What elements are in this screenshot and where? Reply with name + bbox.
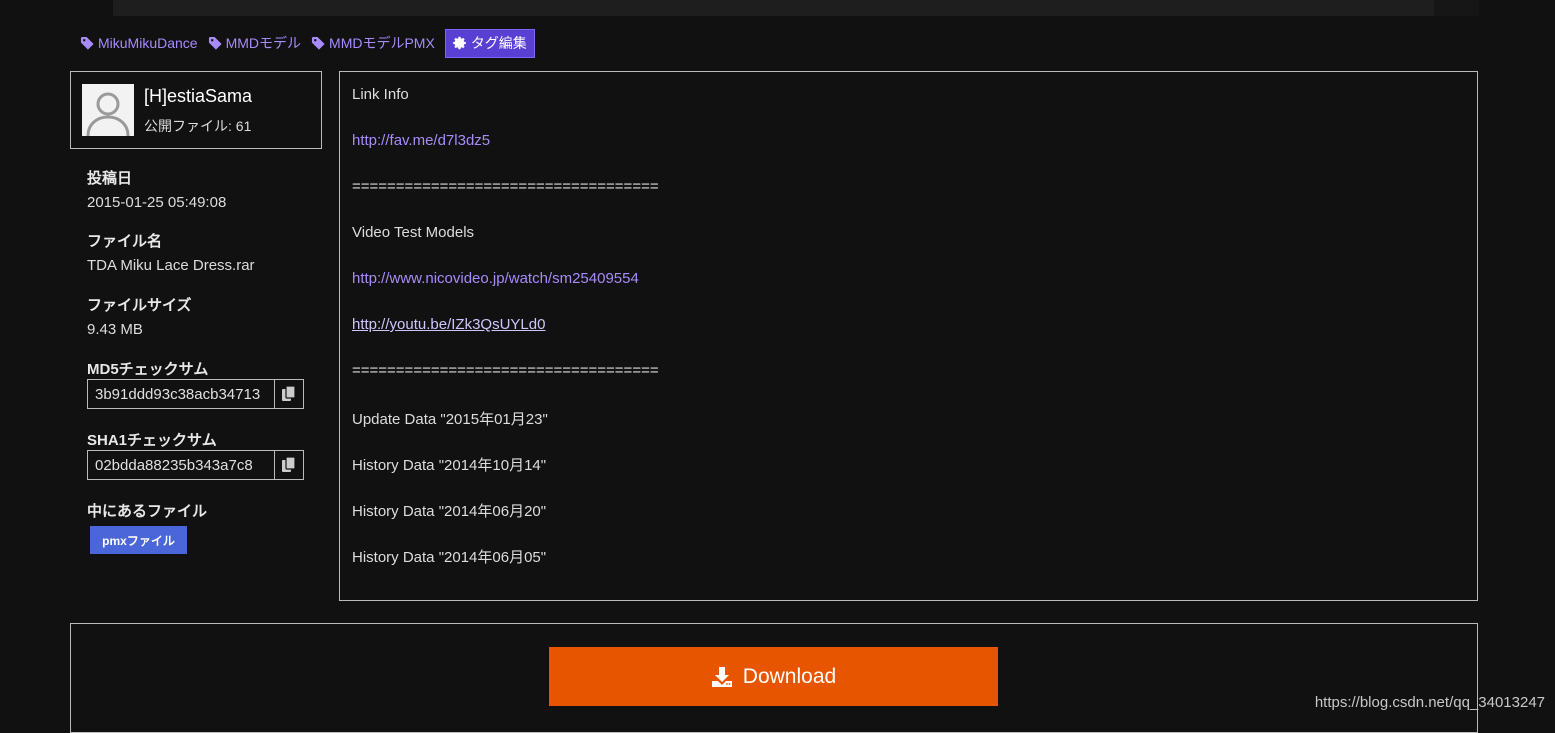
desc-link[interactable]: http://youtu.be/IZk3QsUYLd0 xyxy=(352,316,545,333)
media-viewer-edge xyxy=(1434,0,1479,16)
tag-icon xyxy=(80,36,94,50)
copy-icon xyxy=(282,457,296,472)
desc-link[interactable]: http://fav.me/d7l3dz5 xyxy=(352,132,490,149)
md5-section: MD5チェックサム xyxy=(87,358,208,379)
sha1-section: SHA1チェックサム xyxy=(87,429,217,450)
sha1-copy-button[interactable] xyxy=(274,451,303,479)
tag-mmd-model[interactable]: MMDモデル xyxy=(208,33,301,53)
copy-icon xyxy=(282,386,296,401)
tag-mmd-model-pmx[interactable]: MMDモデルPMX xyxy=(311,33,435,53)
filesize-value: 9.43 MB xyxy=(87,321,143,338)
filename-label: ファイル名 xyxy=(87,233,163,250)
tag-mikumikudance[interactable]: MikuMikuDance xyxy=(80,35,198,51)
avatar[interactable] xyxy=(82,84,134,136)
desc-link[interactable]: http://www.nicovideo.jp/watch/sm25409554 xyxy=(352,270,639,287)
filesize-label: ファイルサイズ xyxy=(87,297,192,314)
filename-section: ファイル名 TDA Miku Lace Dress.rar xyxy=(87,230,255,274)
desc-line: Link Info xyxy=(352,86,409,103)
md5-label: MD5チェックサム xyxy=(87,361,209,378)
tag-list: MikuMikuDance MMDモデル MMDモデルPMX タグ編集 xyxy=(80,28,535,58)
desc-line: Update Data "2015年01月23" xyxy=(352,411,548,428)
desc-separator: =================================== xyxy=(352,362,659,379)
contents-section: 中にあるファイル xyxy=(87,500,207,521)
desc-line: History Data "2014年06月20" xyxy=(352,503,547,520)
tag-icon xyxy=(311,36,325,50)
download-label: Download xyxy=(742,664,837,688)
posted-date-value: 2015-01-25 05:49:08 xyxy=(87,194,227,211)
download-button[interactable]: Download xyxy=(549,647,998,706)
tag-label: MMDモデル xyxy=(225,35,302,51)
pmx-file-button[interactable]: pmxファイル xyxy=(90,526,187,554)
uploader-card[interactable]: [H]estiaSama 公開ファイル: 61 xyxy=(70,71,322,149)
tag-label: MikuMikuDance xyxy=(98,35,198,51)
tag-edit-label: タグ編集 xyxy=(470,35,527,51)
tag-icon xyxy=(208,36,222,50)
desc-line: Video Test Models xyxy=(352,224,475,241)
posted-date-section: 投稿日 2015-01-25 05:49:08 xyxy=(87,167,226,211)
tag-edit-button[interactable]: タグ編集 xyxy=(444,28,535,58)
desc-separator: =================================== xyxy=(352,178,659,195)
tag-label: MMDモデルPMX xyxy=(329,35,435,51)
download-icon xyxy=(711,666,732,687)
sha1-field xyxy=(87,450,304,480)
desc-line: History Data "2014年10月14" xyxy=(352,457,547,474)
desc-line: History Data "2014年06月05" xyxy=(352,549,547,566)
watermark: https://blog.csdn.net/qq_34013247 xyxy=(1314,694,1545,711)
gear-icon xyxy=(452,36,466,50)
md5-field xyxy=(87,379,304,409)
sha1-label: SHA1チェックサム xyxy=(87,432,217,449)
media-viewer-bottom xyxy=(113,0,1434,16)
filesize-section: ファイルサイズ 9.43 MB xyxy=(87,294,192,338)
uploader-file-count: 公開ファイル: 61 xyxy=(144,118,252,134)
sha1-input[interactable] xyxy=(88,451,274,479)
filename-value: TDA Miku Lace Dress.rar xyxy=(87,257,255,274)
uploader-name[interactable]: [H]estiaSama xyxy=(144,86,252,107)
md5-copy-button[interactable] xyxy=(274,380,303,408)
posted-date-label: 投稿日 xyxy=(87,170,133,187)
md5-input[interactable] xyxy=(88,380,274,408)
default-avatar-icon xyxy=(82,84,134,136)
contents-label: 中にあるファイル xyxy=(87,503,208,520)
description-panel: Link Info http://fav.me/d7l3dz5 ========… xyxy=(339,71,1478,601)
